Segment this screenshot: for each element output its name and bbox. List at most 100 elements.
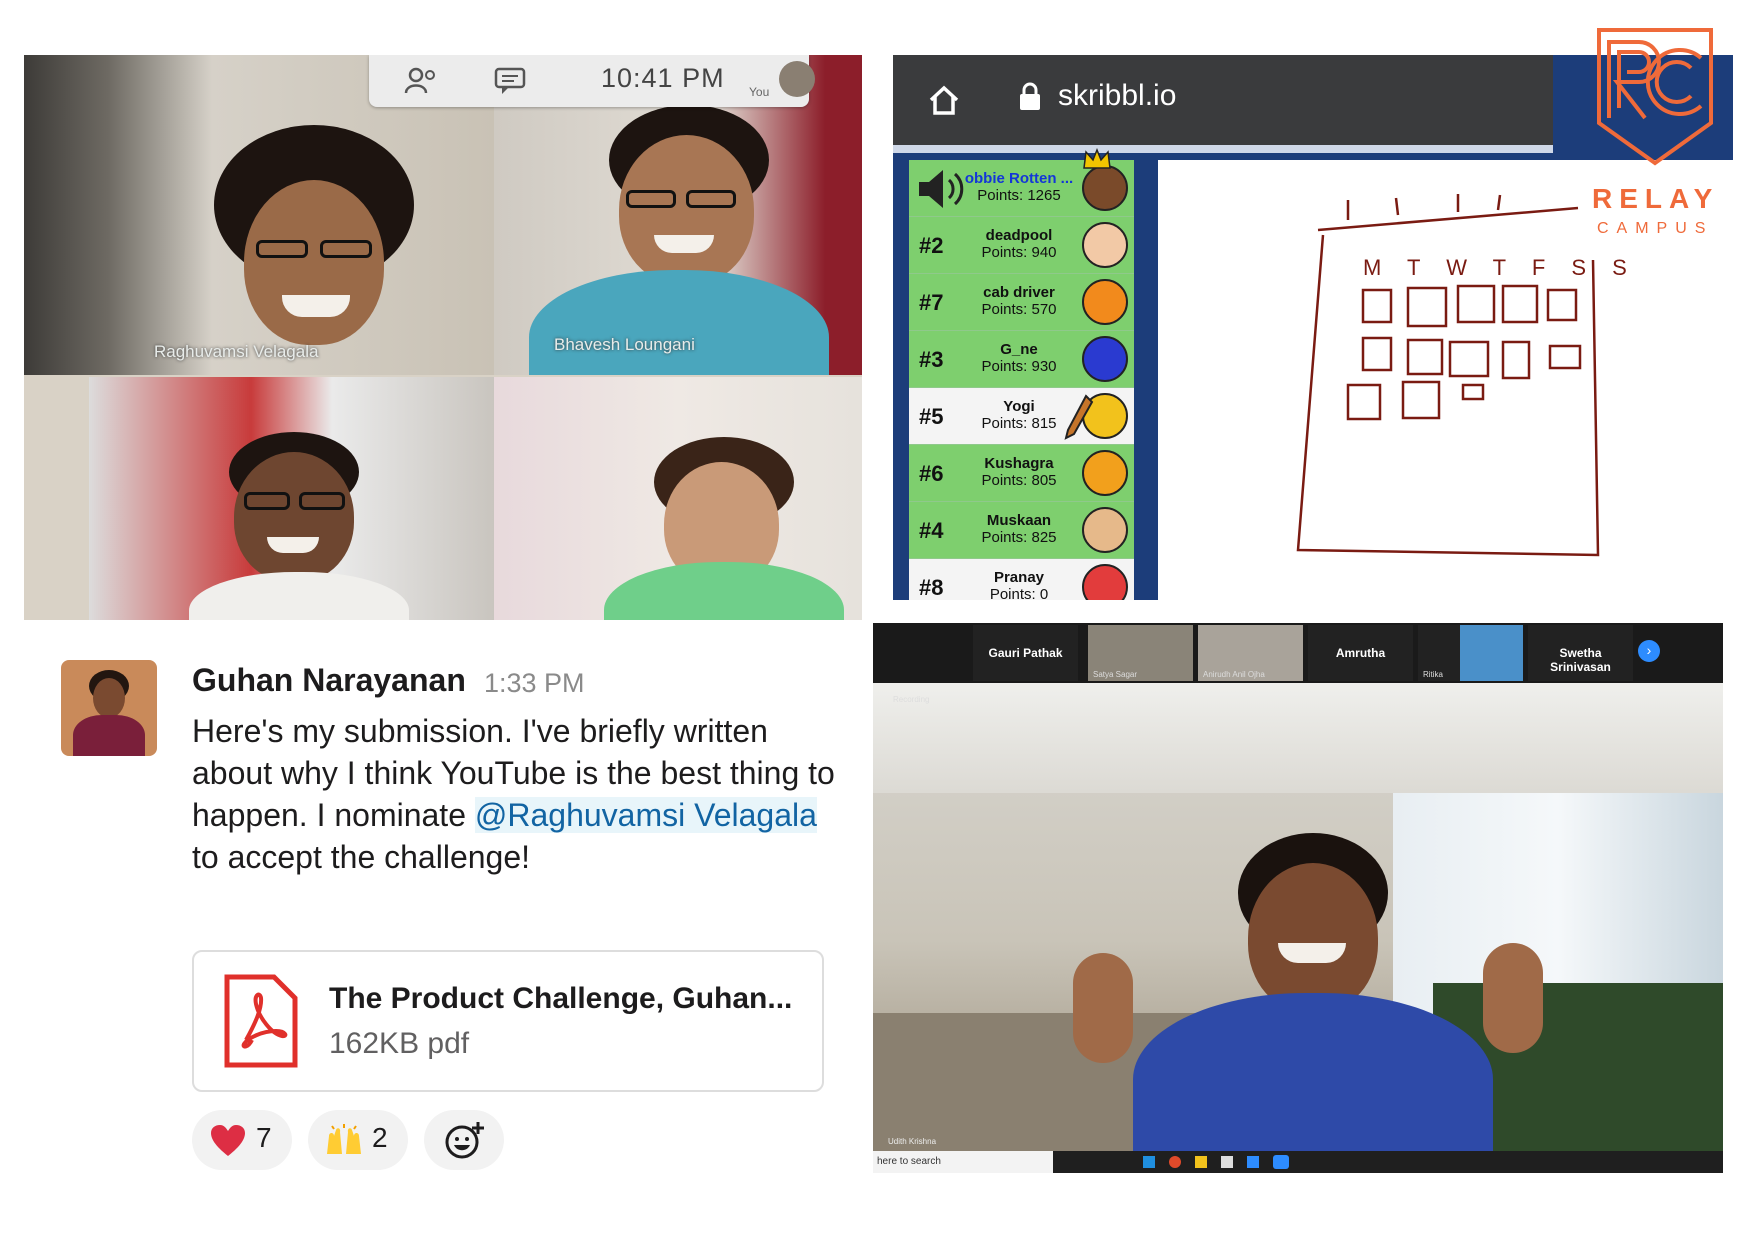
player-name: Yogi: [1003, 398, 1035, 415]
player-name: Muskaan: [986, 512, 1052, 529]
participants-icon[interactable]: [404, 67, 440, 95]
relay-campus-logo: RELAY CAMPUS: [1560, 28, 1740, 258]
participant-name-label: Raghuvamsi Velagala: [154, 342, 319, 361]
taskbar-app-icon[interactable]: [1273, 1155, 1289, 1169]
player-points: Points: 805: [981, 472, 1057, 489]
drawing-weekdays: M T W T F S S: [1363, 255, 1637, 280]
participant-figure: [189, 432, 409, 620]
crown-icon: [1083, 148, 1111, 169]
participant-tile[interactable]: Amrutha: [1308, 625, 1413, 681]
participant-tile[interactable]: Ritika: [1418, 625, 1523, 681]
player-points: Points: 0: [989, 586, 1049, 600]
reaction-count: 2: [372, 1122, 388, 1153]
player-avatar: [1082, 165, 1128, 211]
message-body: Here's my submission. I've briefly writt…: [192, 710, 852, 878]
participant-figure: [594, 437, 854, 620]
url-text[interactable]: skribbl.io: [1058, 79, 1176, 113]
participant-tile[interactable]: Swetha Srinivasan: [1528, 625, 1633, 681]
file-meta: 162KB pdf: [329, 1027, 470, 1060]
taskbar-app-icon[interactable]: [1169, 1156, 1181, 1168]
video-tile-3[interactable]: [89, 377, 494, 620]
player-points: Points: 570: [981, 301, 1057, 318]
player-rank: #4: [919, 518, 944, 543]
chat-icon[interactable]: [494, 67, 526, 95]
home-icon[interactable]: [927, 83, 961, 117]
taskbar-app-icon[interactable]: [1143, 1156, 1155, 1168]
player-points: Points: 1265: [977, 187, 1061, 204]
file-name: The Product Challenge, Guhan...: [329, 982, 793, 1015]
player-rank: #8: [919, 575, 944, 600]
player-points: Points: 940: [981, 244, 1057, 261]
player-name: Pranay: [993, 569, 1045, 586]
participant-name: Anirudh Anil Ojha: [1203, 670, 1265, 679]
player-name: obbie Rotten ...: [964, 170, 1074, 187]
pdf-file-icon: [224, 974, 298, 1068]
meeting-toolbar: 10:41 PM You: [369, 55, 815, 107]
speaker-icon[interactable]: [915, 166, 967, 212]
slack-message-panel: Guhan Narayanan 1:33 PM Here's my submis…: [24, 628, 864, 1188]
participant-strip: Gauri Pathak Satya Sagar Anirudh Anil Oj…: [873, 623, 1723, 683]
player-row: obbie Rotten ... Points: 1265: [909, 148, 1134, 217]
reaction-count: 7: [256, 1122, 272, 1153]
player-rank: #6: [919, 461, 944, 486]
add-reaction-icon: [445, 1122, 484, 1159]
video-call-panel: Raghuvamsi Velagala Bhavesh Loungani 10:…: [24, 55, 862, 620]
reaction-raised-hands[interactable]: 2: [308, 1110, 408, 1170]
heart-icon: [211, 1125, 245, 1156]
player-list: obbie Rotten ... Points: 1265 #2 deadpoo…: [909, 148, 1134, 600]
taskbar-app-icon[interactable]: [1195, 1156, 1207, 1168]
player-avatar: [1082, 450, 1128, 496]
participant-name: Amrutha: [1335, 646, 1386, 660]
player-points: Points: 930: [981, 358, 1057, 375]
player-avatar: [1082, 507, 1128, 553]
player-row: #5 Yogi Points: 815: [909, 388, 1134, 445]
pencil-icon: [1064, 394, 1094, 440]
author-avatar[interactable]: [61, 660, 157, 756]
player-rank: #7: [919, 290, 944, 315]
participant-tile[interactable]: Satya Sagar: [1088, 625, 1193, 681]
player-row: #3 G_ne Points: 930: [909, 331, 1134, 388]
logo-subtitle: CAMPUS: [1597, 220, 1714, 237]
participant-name: Gauri Pathak: [988, 646, 1063, 660]
participant-tile[interactable]: Anirudh Anil Ojha: [1198, 625, 1303, 681]
taskbar-search-box[interactable]: here to search: [873, 1151, 1053, 1173]
participant-tile[interactable]: Gauri Pathak: [973, 625, 1078, 681]
player-row: #6 Kushagra Points: 805: [909, 445, 1134, 502]
browser-address-bar: skribbl.io: [893, 55, 1553, 145]
office-ceiling: [873, 683, 1723, 793]
next-page-chevron-icon[interactable]: ›: [1638, 640, 1660, 662]
player-name: deadpool: [985, 227, 1053, 244]
player-rank: #2: [919, 233, 944, 258]
player-rank: #3: [919, 347, 944, 372]
taskbar-app-icon[interactable]: [1221, 1156, 1233, 1168]
taskbar-app-icon[interactable]: [1247, 1156, 1259, 1168]
user-mention[interactable]: @Raghuvamsi Velagala: [474, 797, 817, 833]
active-speaker-video[interactable]: Recording Udith Krishna: [873, 683, 1723, 1151]
player-avatar: [1082, 336, 1128, 382]
player-avatar: [1082, 564, 1128, 600]
player-avatar: [1082, 279, 1128, 325]
speaker-figure: [1073, 833, 1543, 1151]
player-name: G_ne: [1000, 341, 1038, 358]
player-row: #8 Pranay Points: 0: [909, 559, 1134, 600]
raised-hands-icon: [327, 1124, 361, 1154]
message-author[interactable]: Guhan Narayanan: [192, 662, 466, 699]
player-points: Points: 825: [981, 529, 1057, 546]
self-view-label: You: [749, 85, 770, 99]
reaction-heart[interactable]: 7: [192, 1110, 292, 1170]
self-avatar[interactable]: [779, 61, 815, 97]
player-rank: #5: [919, 404, 944, 429]
add-reaction-button[interactable]: [424, 1110, 504, 1170]
video-tile-4[interactable]: [494, 377, 862, 620]
player-name: Kushagra: [984, 455, 1054, 472]
player-avatar: [1082, 222, 1128, 268]
participant-name: Ritika: [1423, 670, 1444, 679]
relay-logo-mark: [1597, 28, 1713, 166]
message-timestamp[interactable]: 1:33 PM: [484, 668, 585, 699]
logo-wordmark: RELAY: [1592, 183, 1720, 214]
lock-icon: [1020, 82, 1040, 110]
participant-name: Swetha Srinivasan: [1550, 646, 1611, 674]
participant-figure: [194, 125, 454, 375]
speaker-name: Udith Krishna: [888, 1137, 937, 1146]
file-attachment[interactable]: The Product Challenge, Guhan... 162KB pd…: [192, 950, 824, 1092]
